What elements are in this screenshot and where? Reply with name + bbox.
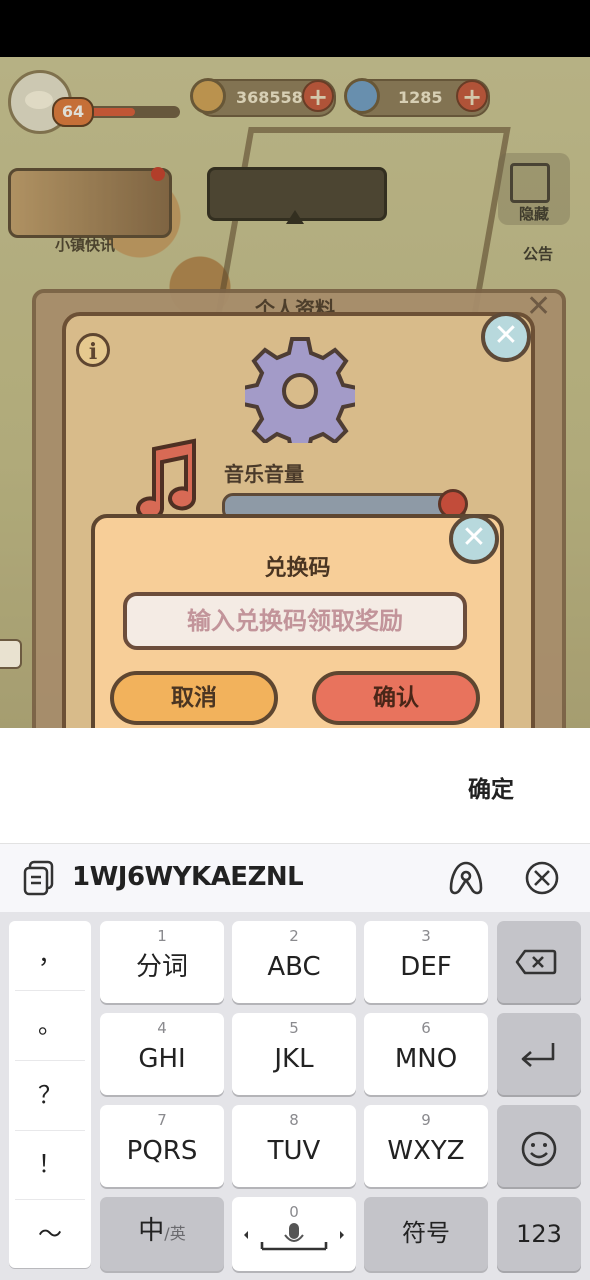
language-current: 中 <box>138 1216 165 1246</box>
key-number: 6 <box>421 1019 431 1037</box>
side-ticket-badge[interactable] <box>0 639 22 669</box>
numbers-key[interactable]: 123 <box>497 1197 581 1271</box>
microphone-icon <box>244 1223 344 1251</box>
backspace-icon <box>515 949 557 975</box>
cancel-button[interactable]: 取消 <box>110 671 278 725</box>
info-button[interactable]: i <box>76 333 110 367</box>
key-label: ABC <box>267 952 321 982</box>
key-label: MNO <box>394 1044 458 1074</box>
keyboard-logo-icon[interactable] <box>446 858 486 898</box>
key-9-wxyz[interactable]: 9 WXYZ <box>364 1105 488 1187</box>
key-label: TUV <box>267 1136 321 1166</box>
enter-icon <box>521 1043 555 1067</box>
key-3-def[interactable]: 3 DEF <box>364 921 488 1003</box>
music-volume-label: 音乐音量 <box>224 462 304 486</box>
redeem-code-input[interactable] <box>123 592 467 650</box>
confirm-button[interactable]: 确认 <box>312 671 480 725</box>
key-5-jkl[interactable]: 5 JKL <box>232 1013 356 1095</box>
key-number: 2 <box>289 927 299 945</box>
game-view: 64 368558 + 1285 + 小镇快讯 隐藏 公告 个人资料 ✕ i ✕… <box>0 57 590 728</box>
symbols-label: 符号 <box>402 1219 450 1247</box>
key-label: 分词 <box>135 952 188 982</box>
key-8-tuv[interactable]: 8 TUV <box>232 1105 356 1187</box>
emoji-icon <box>521 1131 557 1167</box>
key-1-fenci[interactable]: 1 分词 <box>100 921 224 1003</box>
key-label: WXYZ <box>387 1136 465 1166</box>
clipboard-icon[interactable] <box>22 860 56 896</box>
punct-key-comma[interactable]: ， <box>9 921 91 990</box>
key-label: DEF <box>400 952 452 982</box>
key-label: PQRS <box>126 1136 198 1166</box>
ime-done-button[interactable]: 确定 <box>468 770 514 804</box>
key-number: 8 <box>289 1111 299 1129</box>
enter-key[interactable] <box>497 1013 581 1095</box>
key-7-pqrs[interactable]: 7 PQRS <box>100 1105 224 1187</box>
key-number: 5 <box>289 1019 299 1037</box>
key-label: JKL <box>274 1044 314 1074</box>
key-2-abc[interactable]: 2 ABC <box>232 921 356 1003</box>
punct-key-period[interactable]: 。 <box>9 991 91 1060</box>
redeem-title: 兑换码 <box>264 556 331 581</box>
punct-key-tilde[interactable]: ～ <box>9 1200 91 1269</box>
space-key[interactable]: 0 <box>232 1197 356 1271</box>
clipboard-suggestion[interactable]: 1WJ6WYKAEZNL <box>72 862 304 892</box>
punct-key-exclaim[interactable]: ！ <box>9 1130 91 1199</box>
key-number: 4 <box>157 1019 167 1037</box>
gear-icon <box>245 337 355 443</box>
punct-key-question[interactable]: ？ <box>9 1061 91 1130</box>
key-4-ghi[interactable]: 4 GHI <box>100 1013 224 1095</box>
key-number: 7 <box>157 1111 167 1129</box>
key-number: 3 <box>421 927 431 945</box>
symbols-key[interactable]: 符号 <box>364 1197 488 1271</box>
key-number: 9 <box>421 1111 431 1129</box>
settings-close-button[interactable]: ✕ <box>481 312 531 362</box>
backspace-key[interactable] <box>497 921 581 1003</box>
key-number: 1 <box>157 927 167 945</box>
numbers-label: 123 <box>516 1220 562 1248</box>
close-keyboard-icon[interactable] <box>522 858 562 898</box>
language-alt: /英 <box>164 1224 186 1243</box>
key-label: GHI <box>138 1044 186 1074</box>
language-toggle-key[interactable]: 中/英 <box>100 1197 224 1271</box>
key-6-mno[interactable]: 6 MNO <box>364 1013 488 1095</box>
emoji-key[interactable] <box>497 1105 581 1187</box>
